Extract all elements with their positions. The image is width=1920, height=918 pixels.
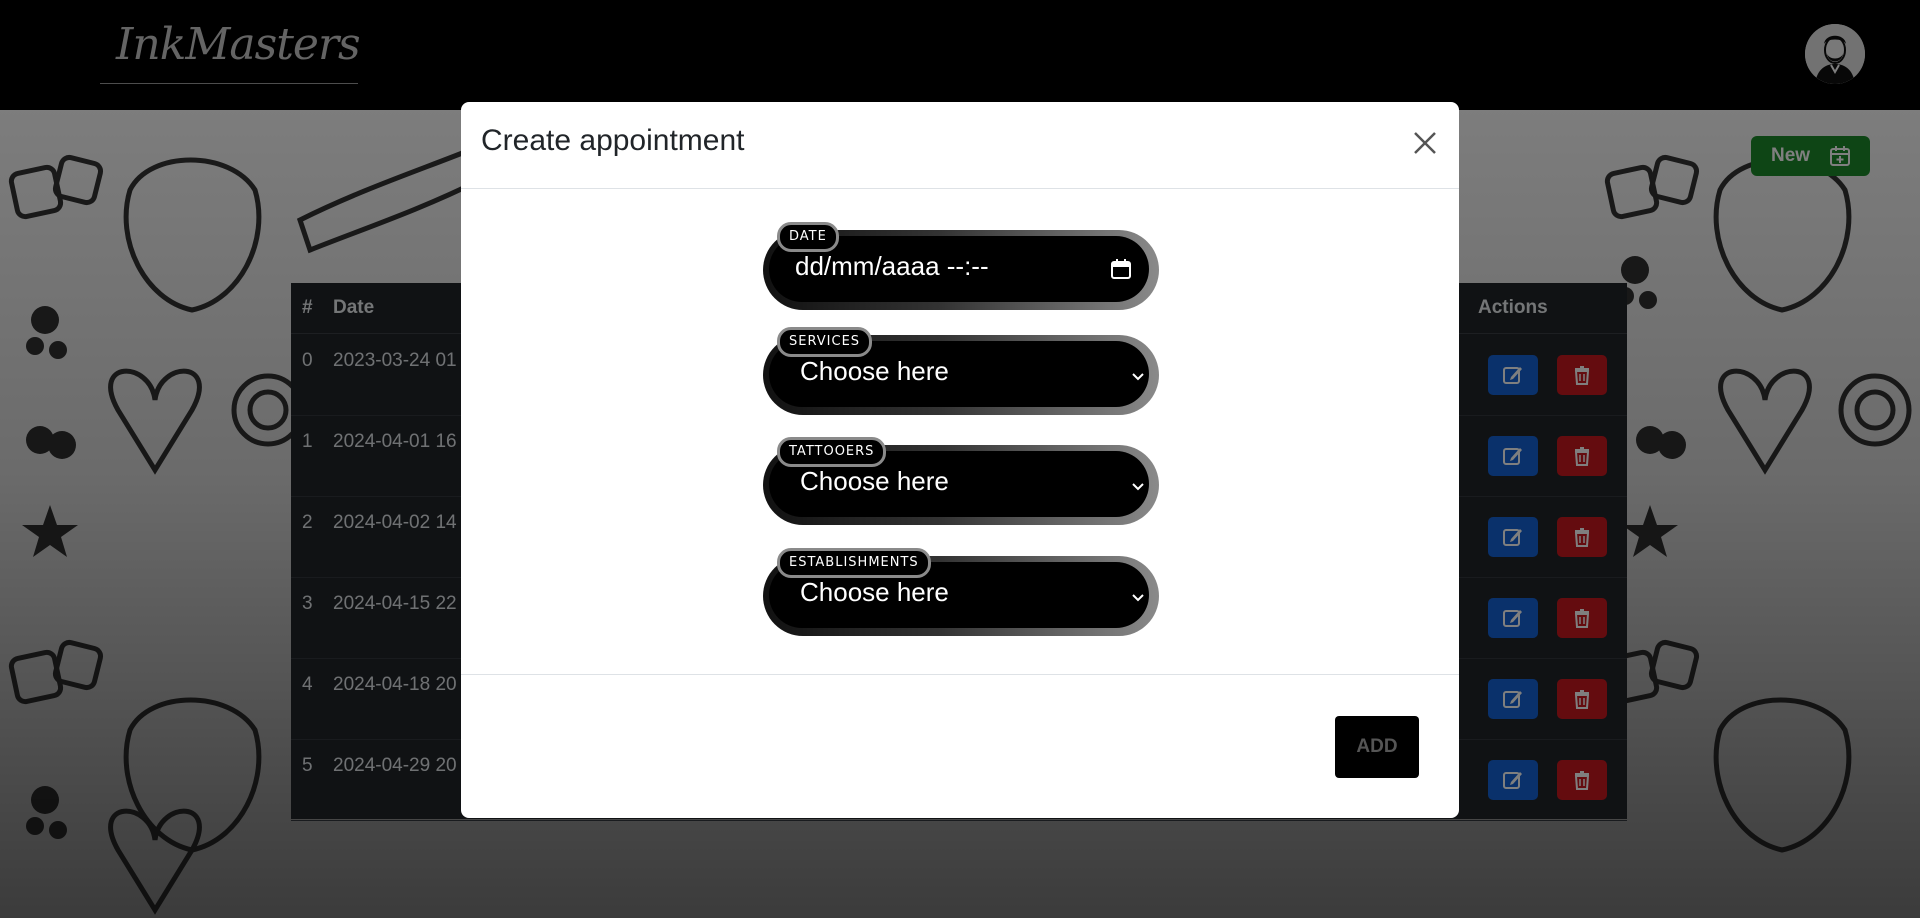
- calendar-icon[interactable]: [1110, 258, 1132, 280]
- tattooers-select-value: Choose here: [800, 466, 949, 496]
- chevron-down-icon: [1132, 483, 1144, 491]
- date-input-value: dd/mm/aaaa --:--: [795, 251, 989, 281]
- establishments-label: ESTABLISHMENTS: [777, 548, 931, 578]
- close-icon[interactable]: [1412, 130, 1438, 156]
- services-label: SERVICES: [777, 327, 873, 357]
- tattooers-label: TATTOOERS: [777, 437, 887, 467]
- chevron-down-icon: [1132, 594, 1144, 602]
- modal-footer: ADD: [461, 674, 1459, 818]
- create-appointment-modal: Create appointment dd/mm/aaaa --:-- DATE: [461, 102, 1459, 818]
- modal-title: Create appointment: [481, 124, 745, 157]
- establishments-select-value: Choose here: [800, 577, 949, 607]
- date-label: DATE: [777, 222, 839, 252]
- modal-header: Create appointment: [461, 102, 1459, 189]
- chevron-down-icon: [1132, 373, 1144, 381]
- add-button[interactable]: ADD: [1335, 716, 1419, 778]
- services-select-value: Choose here: [800, 356, 949, 386]
